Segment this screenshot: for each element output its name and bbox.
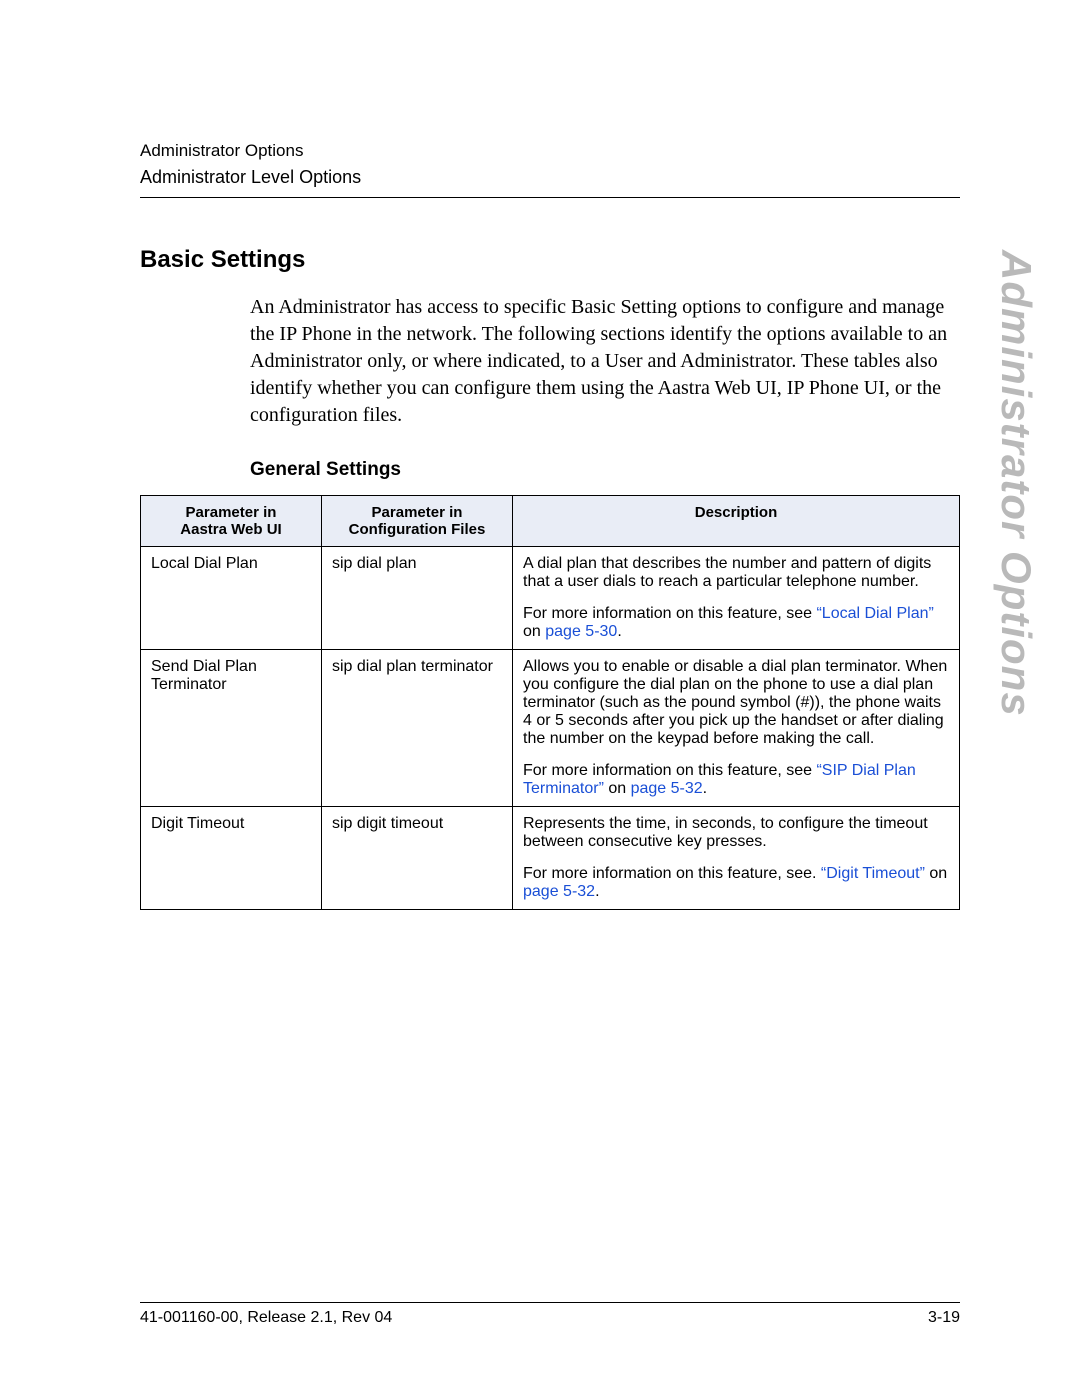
on-text: on [523,623,545,640]
col-header-line: Parameter in [372,504,463,521]
general-settings-table: Parameter in Aastra Web UI Parameter in … [140,495,960,910]
desc-more-info: For more information on this feature, se… [523,865,949,901]
cell-description: A dial plan that describes the number an… [513,547,960,650]
col-header-line: Parameter in [186,504,277,521]
page-header: Administrator Options Administrator Leve… [140,140,960,198]
cell-description: Allows you to enable or disable a dial p… [513,650,960,807]
col-header-line: Aastra Web UI [180,521,281,538]
table-row: Send Dial Plan Terminator sip dial plan … [141,650,960,807]
header-section: Administrator Level Options [140,165,960,189]
more-prefix: For more information on this feature, se… [523,605,816,622]
xref-link[interactable]: “Local Dial Plan” [816,605,933,622]
page-footer: 41-001160-00, Release 2.1, Rev 04 3-19 [140,1302,960,1327]
on-text: on [925,865,947,882]
page-link[interactable]: page 5-32 [523,883,595,900]
section-heading: Basic Settings [140,246,960,274]
more-prefix: For more information on this feature, se… [523,762,816,779]
header-chapter: Administrator Options [140,140,960,163]
subsection-heading: General Settings [250,459,960,481]
desc-more-info: For more information on this feature, se… [523,605,949,641]
col-header-web-ui: Parameter in Aastra Web UI [141,496,322,547]
table-row: Local Dial Plan sip dial plan A dial pla… [141,547,960,650]
footer-docid: 41-001160-00, Release 2.1, Rev 04 [140,1309,392,1327]
col-header-line: Configuration Files [349,521,486,538]
cell-description: Represents the time, in seconds, to conf… [513,807,960,910]
header-rule [140,197,960,198]
tail-text: . [703,780,707,797]
more-prefix: For more information on this feature, se… [523,865,821,882]
on-text: on [604,780,631,797]
footer-page-number: 3-19 [928,1309,960,1327]
col-header-config-files: Parameter in Configuration Files [322,496,513,547]
desc-text: Represents the time, in seconds, to conf… [523,815,949,851]
cell-config: sip digit timeout [322,807,513,910]
desc-more-info: For more information on this feature, se… [523,762,949,798]
cell-config: sip dial plan terminator [322,650,513,807]
desc-text: Allows you to enable or disable a dial p… [523,658,949,748]
tail-text: . [617,623,621,640]
table-header-row: Parameter in Aastra Web UI Parameter in … [141,496,960,547]
page-link[interactable]: page 5-32 [631,780,703,797]
tail-text: . [595,883,599,900]
desc-text: A dial plan that describes the number an… [523,555,949,591]
side-tab-label: Administrator Options [992,250,1040,717]
table-row: Digit Timeout sip digit timeout Represen… [141,807,960,910]
cell-web-ui: Local Dial Plan [141,547,322,650]
xref-link[interactable]: “Digit Timeout” [821,865,925,882]
cell-web-ui: Send Dial Plan Terminator [141,650,322,807]
cell-config: sip dial plan [322,547,513,650]
intro-paragraph: An Administrator has access to specific … [250,294,960,429]
page-link[interactable]: page 5-30 [545,623,617,640]
footer-rule [140,1302,960,1303]
col-header-description: Description [513,496,960,547]
cell-web-ui: Digit Timeout [141,807,322,910]
